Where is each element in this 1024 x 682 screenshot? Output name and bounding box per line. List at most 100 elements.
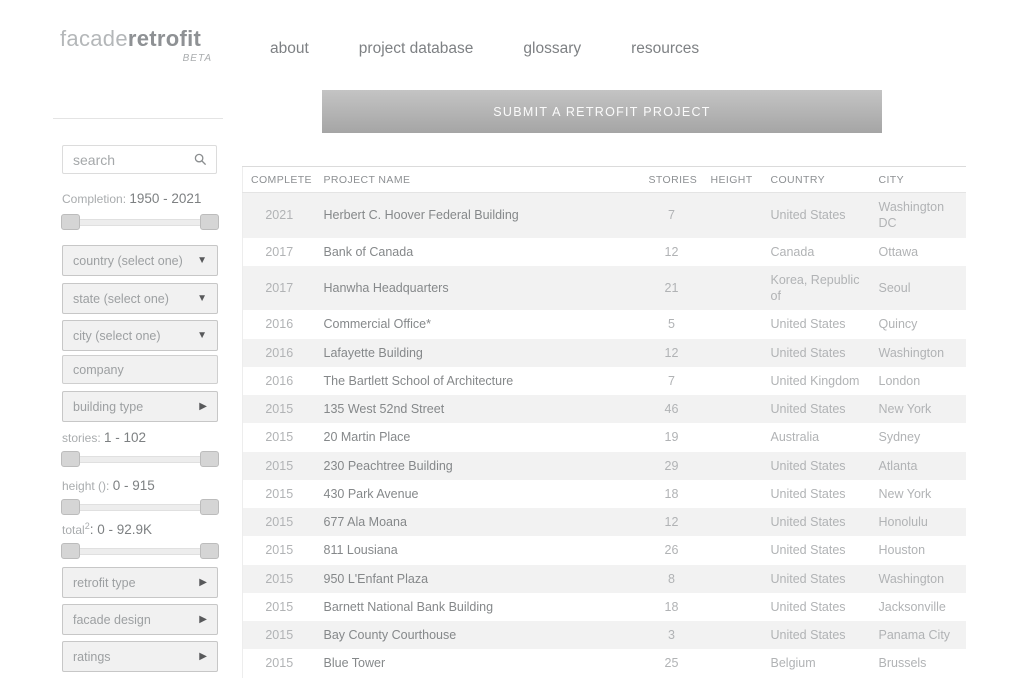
table-row[interactable]: 2017 Hanwha Headquarters 21 Korea, Repub… [243,266,966,311]
slider-handle-max[interactable] [200,499,219,515]
search-input[interactable] [63,152,194,168]
building-type-expander[interactable]: building type ▶ [62,391,218,422]
nav-resources[interactable]: resources [631,40,699,58]
table-row[interactable]: 2015 Blue Tower 25 Belgium Brussels [243,649,966,677]
table-row[interactable]: 2021 Herbert C. Hoover Federal Building … [243,193,966,238]
cell-complete: 2016 [243,367,316,395]
city-select[interactable]: city (select one) ▼ [62,320,218,351]
table-row[interactable]: 2015 Barnett National Bank Building 18 U… [243,593,966,621]
height-range-label: height (): 0 - 915 [62,478,155,493]
cell-country: United States [763,565,871,593]
table-row[interactable]: 2015 135 West 52nd Street 46 United Stat… [243,395,966,423]
cell-project-name[interactable]: 950 L'Enfant Plaza [316,565,641,593]
cell-country: United Kingdom [763,367,871,395]
cell-country: United States [763,193,871,238]
country-select-label: country (select one) [63,254,197,268]
slider-handle-max[interactable] [200,214,219,230]
cell-height [703,565,763,593]
cell-project-name[interactable]: 430 Park Avenue [316,480,641,508]
slider-handle-min[interactable] [61,499,80,515]
cell-project-name[interactable]: 20 Martin Place [316,423,641,451]
slider-handle-min[interactable] [61,214,80,230]
nav-project-database[interactable]: project database [359,40,474,58]
column-header-height[interactable]: HEIGHT [703,167,763,193]
cell-country: United States [763,508,871,536]
cell-project-name[interactable]: 135 West 52nd Street [316,395,641,423]
table-row[interactable]: 2015 230 Peachtree Building 29 United St… [243,452,966,480]
stories-slider[interactable] [62,451,218,468]
column-header-project-name[interactable]: PROJECT NAME [316,167,641,193]
company-input[interactable] [63,356,217,383]
cell-country: United States [763,452,871,480]
table-row[interactable]: 2015 950 L'Enfant Plaza 8 United States … [243,565,966,593]
cell-complete: 2016 [243,310,316,338]
table-row[interactable]: 2015 20 Martin Place 19 Australia Sydney [243,423,966,451]
cell-stories: 12 [641,508,703,536]
cell-complete: 2015 [243,565,316,593]
column-header-city[interactable]: CITY [871,167,966,193]
column-header-stories[interactable]: STORIES [641,167,703,193]
table-row[interactable]: 2016 Commercial Office* 5 United States … [243,310,966,338]
slider-handle-max[interactable] [200,451,219,467]
cell-project-name[interactable]: Blue Tower [316,649,641,677]
table-row[interactable]: 2015 677 Ala Moana 12 United States Hono… [243,508,966,536]
column-header-country[interactable]: COUNTRY [763,167,871,193]
stories-label-text: stories: [62,431,101,445]
country-select[interactable]: country (select one) ▼ [62,245,218,276]
height-slider[interactable] [62,499,218,516]
cell-height [703,423,763,451]
height-range-value: 0 - 915 [113,478,155,493]
ratings-expander[interactable]: ratings ▶ [62,641,218,672]
cell-height [703,266,763,311]
table-row[interactable]: 2015 430 Park Avenue 18 United States Ne… [243,480,966,508]
cell-project-name[interactable]: Herbert C. Hoover Federal Building [316,193,641,238]
cell-project-name[interactable]: 677 Ala Moana [316,508,641,536]
table-row[interactable]: 2016 The Bartlett School of Architecture… [243,367,966,395]
cell-project-name[interactable]: Bay County Courthouse [316,621,641,649]
cell-project-name[interactable]: Commercial Office* [316,310,641,338]
slider-handle-min[interactable] [61,543,80,559]
main-nav: about project database glossary resource… [270,40,699,58]
slider-handle-min[interactable] [61,451,80,467]
filter-sidebar: Completion: 1950 - 2021 country (select … [62,118,218,678]
cell-project-name[interactable]: Bank of Canada [316,238,641,266]
cell-project-name[interactable]: 811 Lousiana [316,536,641,564]
submit-retrofit-project-button[interactable]: SUBMIT A RETROFIT PROJECT [322,90,882,133]
slider-track[interactable] [62,548,218,555]
cell-stories: 46 [641,395,703,423]
cell-stories: 7 [641,193,703,238]
completion-label-text: Completion: [62,192,126,206]
total-area-slider[interactable] [62,543,218,560]
slider-track[interactable] [62,219,218,226]
company-field-wrap [62,355,218,384]
retrofit-type-expander[interactable]: retrofit type ▶ [62,567,218,598]
cell-project-name[interactable]: Lafayette Building [316,339,641,367]
nav-glossary[interactable]: glossary [523,40,581,58]
cell-stories: 18 [641,593,703,621]
cell-city: Quincy [871,310,966,338]
state-select[interactable]: state (select one) ▼ [62,283,218,314]
cell-project-name[interactable]: Hanwha Headquarters [316,266,641,311]
table-row[interactable]: 2016 Lafayette Building 12 United States… [243,339,966,367]
table-row[interactable]: 2017 Bank of Canada 12 Canada Ottawa [243,238,966,266]
completion-slider[interactable] [62,214,218,231]
slider-track[interactable] [62,504,218,511]
slider-handle-max[interactable] [200,543,219,559]
column-header-complete[interactable]: COMPLETE [243,167,316,193]
nav-about[interactable]: about [270,40,309,58]
cell-country: United States [763,310,871,338]
table-row[interactable]: 2015 Bay County Courthouse 3 United Stat… [243,621,966,649]
cell-city: Sydney [871,423,966,451]
logo-beta-label: BETA [60,53,212,64]
logo[interactable]: facaderetrofit BETA [60,26,212,64]
cell-project-name[interactable]: 230 Peachtree Building [316,452,641,480]
cell-project-name[interactable]: The Bartlett School of Architecture [316,367,641,395]
cell-stories: 21 [641,266,703,311]
facade-design-expander[interactable]: facade design ▶ [62,604,218,635]
slider-track[interactable] [62,456,218,463]
cell-stories: 8 [641,565,703,593]
cell-height [703,238,763,266]
cell-project-name[interactable]: Barnett National Bank Building [316,593,641,621]
search-icon[interactable] [194,153,207,166]
table-row[interactable]: 2015 811 Lousiana 26 United States Houst… [243,536,966,564]
